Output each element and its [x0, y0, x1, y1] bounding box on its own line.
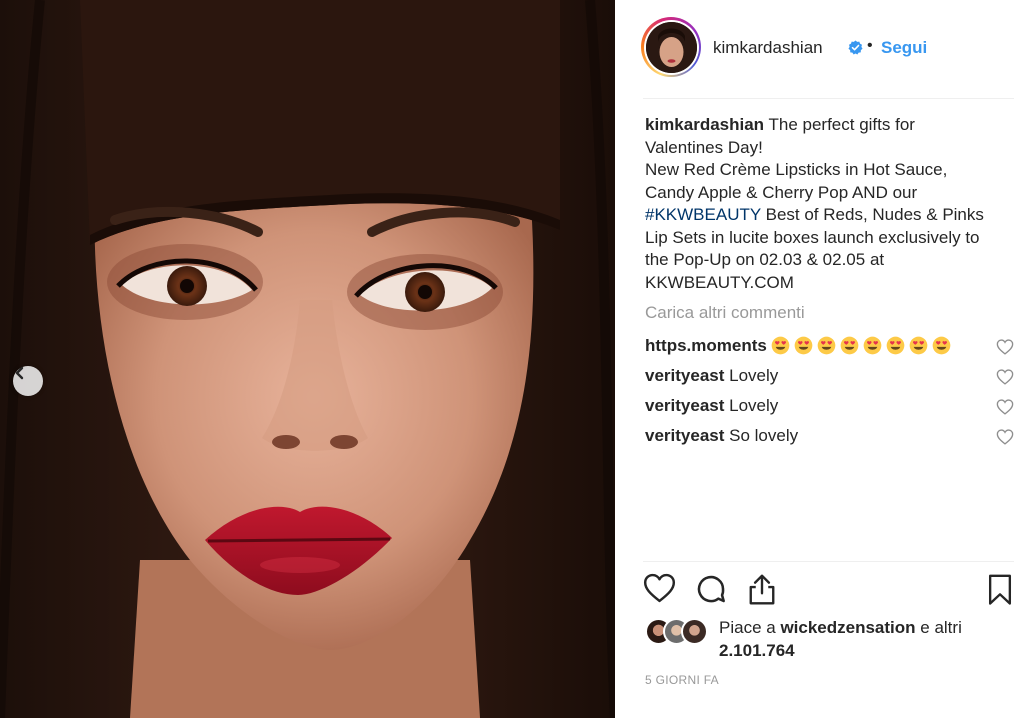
post-actions-bar	[643, 573, 1018, 609]
save-button[interactable]	[987, 574, 1013, 611]
likes-prefix: Piace a	[719, 618, 781, 637]
heart-eyes-emoji-icon	[863, 336, 884, 357]
header-divider	[643, 98, 1014, 99]
bookmark-icon	[987, 574, 1013, 610]
heart-eyes-emoji-icon	[794, 336, 815, 357]
heart-eyes-emoji-icon	[817, 336, 838, 357]
separator-dot: •	[867, 37, 873, 54]
avatar[interactable]	[641, 17, 701, 77]
comment-like-heart-icon[interactable]	[996, 399, 1014, 420]
comment-username[interactable]: verityeast	[645, 366, 724, 385]
caption-hashtag-link[interactable]: #KKWBEAUTY	[645, 205, 761, 224]
heart-eyes-emoji-icon	[840, 336, 861, 357]
comment-emoji-row	[771, 336, 953, 357]
verified-badge-icon	[848, 40, 863, 60]
previous-photo-button[interactable]	[13, 366, 43, 396]
comment-row: verityeast Lovely	[645, 396, 1015, 422]
portrait-illustration	[0, 0, 615, 718]
actions-divider	[643, 561, 1014, 562]
post-header: kimkardashian • Segui	[615, 0, 1024, 98]
post-timestamp[interactable]: 5 GIORNI FA	[645, 673, 719, 687]
comment-button[interactable]	[695, 573, 727, 610]
post-photo[interactable]	[0, 0, 615, 718]
comment-text: Lovely	[724, 366, 779, 385]
caption-author[interactable]: kimkardashian	[645, 115, 764, 134]
comment-row: verityeast So lovely	[645, 426, 1015, 452]
share-icon	[747, 574, 777, 610]
heart-eyes-emoji-icon	[886, 336, 907, 357]
comment-text: So lovely	[724, 426, 799, 445]
comment-text: Lovely	[724, 396, 779, 415]
comment-username[interactable]: verityeast	[645, 426, 724, 445]
comment-like-heart-icon[interactable]	[996, 369, 1014, 390]
share-button[interactable]	[747, 573, 777, 611]
heart-icon	[643, 573, 676, 607]
comment-bubble-icon	[695, 575, 727, 609]
load-more-comments-button[interactable]: Carica altri commenti	[645, 303, 805, 323]
heart-eyes-emoji-icon	[771, 336, 792, 357]
heart-eyes-emoji-icon	[909, 336, 930, 357]
comment-row: https.moments	[645, 336, 1015, 362]
avatar-image	[645, 21, 697, 73]
likes-avatars[interactable]	[645, 618, 715, 646]
post-side-panel: kimkardashian • Segui kimkardashian The …	[615, 0, 1024, 718]
comment-row: verityeast Lovely	[645, 366, 1015, 392]
comment-like-heart-icon[interactable]	[996, 429, 1014, 450]
comment-like-heart-icon[interactable]	[996, 339, 1014, 360]
heart-eyes-emoji-icon	[932, 336, 953, 357]
comment-username[interactable]: https.moments	[645, 336, 767, 355]
likes-count[interactable]: 2.101.764	[719, 641, 795, 660]
comment-username[interactable]: verityeast	[645, 396, 724, 415]
like-button[interactable]	[643, 573, 676, 608]
liker-avatar	[681, 618, 708, 645]
likes-middle: e altri	[915, 618, 962, 637]
likes-summary[interactable]: Piace a wickedzensation e altri 2.101.76…	[719, 617, 979, 662]
post-author-username[interactable]: kimkardashian	[713, 38, 823, 58]
likes-user[interactable]: wickedzensation	[780, 618, 915, 637]
post-caption: kimkardashian The perfect gifts for Vale…	[645, 114, 995, 294]
follow-button[interactable]: Segui	[881, 38, 927, 58]
